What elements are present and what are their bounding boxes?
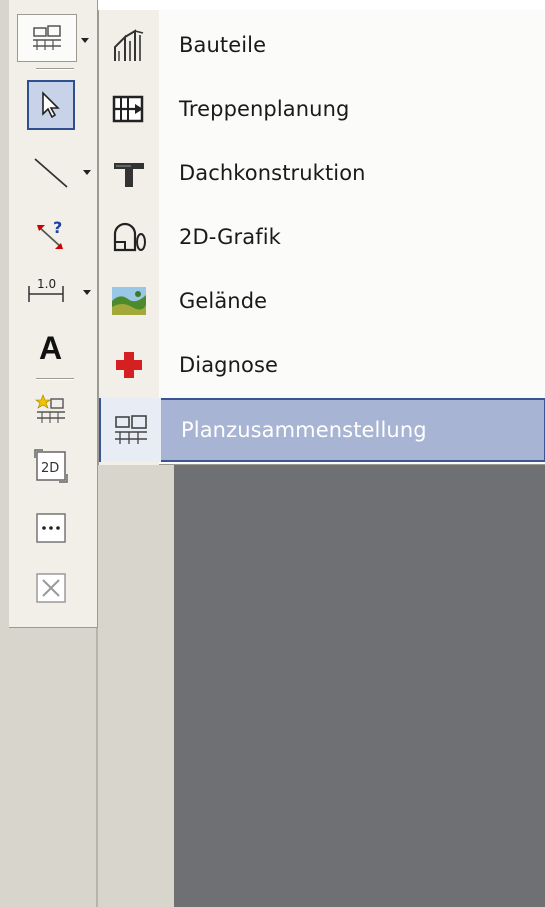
menu-item-diagnose[interactable]: Diagnose: [99, 333, 545, 397]
dimension-dropdown-arrow[interactable]: [81, 282, 93, 295]
svg-text:A: A: [39, 330, 62, 364]
plan-layout-icon: [31, 23, 63, 53]
menu-item-label: Gelände: [179, 289, 268, 313]
left-docking-strip: [97, 400, 174, 907]
ellipsis-icon: [34, 511, 68, 545]
cross-box-icon: [34, 571, 68, 605]
toolbar-separator: [36, 68, 74, 70]
text-tool-button[interactable]: A: [27, 322, 75, 372]
stair-icon: [99, 77, 159, 141]
more-tool-button[interactable]: [27, 504, 75, 552]
plan-layout-dropdown-arrow[interactable]: [79, 30, 91, 43]
menu-item-planzusammenstellung[interactable]: Planzusammenstellung: [99, 398, 545, 462]
help-tool-button[interactable]: ?: [27, 210, 75, 260]
menu-item-2d-grafik[interactable]: 2D-Grafik: [99, 205, 545, 269]
view-2d-icon: 2D: [33, 448, 69, 484]
menu-item-bauteile[interactable]: Bauteile: [99, 13, 545, 77]
2d-graphic-icon: [99, 205, 159, 269]
menu-item-gelaende[interactable]: Gelände: [99, 269, 545, 333]
terrain-icon: [99, 269, 159, 333]
text-a-icon: A: [34, 330, 68, 364]
measure-help-icon: ?: [33, 217, 69, 253]
plan-layout-icon: [101, 398, 161, 462]
roof-icon: [99, 141, 159, 205]
disabled-tool-button[interactable]: [27, 564, 75, 612]
svg-text:?: ?: [53, 218, 62, 237]
menu-item-label: Treppenplanung: [179, 97, 350, 121]
drawing-canvas-area[interactable]: [174, 400, 545, 907]
svg-text:1.0: 1.0: [37, 277, 56, 291]
diagonal-line-icon: [31, 155, 71, 191]
menu-item-treppenplanung[interactable]: Treppenplanung: [99, 77, 545, 141]
plan-star-icon: [34, 393, 68, 427]
arrow-pointer-icon: [38, 90, 64, 120]
menu-item-label: Bauteile: [179, 33, 267, 57]
vertical-toolbar: ? 1.0 A 2D: [9, 0, 98, 628]
menu-item-label: 2D-Grafik: [179, 225, 281, 249]
view-2d-tool-button[interactable]: 2D: [27, 442, 75, 490]
menu-item-label: Planzusammenstellung: [181, 418, 427, 442]
flyout-menu: Bauteile Treppenplanung Dachkonstruktion: [98, 10, 545, 465]
select-tool-button[interactable]: [27, 80, 75, 130]
red-cross-icon: [99, 333, 159, 397]
line-dropdown-arrow[interactable]: [81, 162, 93, 175]
menu-item-dachkonstruktion[interactable]: Dachkonstruktion: [99, 141, 545, 205]
plan-layout-tool-button[interactable]: [17, 14, 77, 62]
toolbar-separator: [36, 378, 74, 380]
svg-text:2D: 2D: [41, 461, 59, 476]
line-tool-button[interactable]: [25, 148, 77, 198]
plan-new-tool-button[interactable]: [27, 386, 75, 434]
dimension-icon: 1.0: [25, 274, 69, 308]
menu-item-label: Dachkonstruktion: [179, 161, 366, 185]
menu-item-label: Diagnose: [179, 353, 279, 377]
dimension-tool-button[interactable]: 1.0: [19, 266, 75, 316]
building-component-icon: [99, 13, 159, 77]
